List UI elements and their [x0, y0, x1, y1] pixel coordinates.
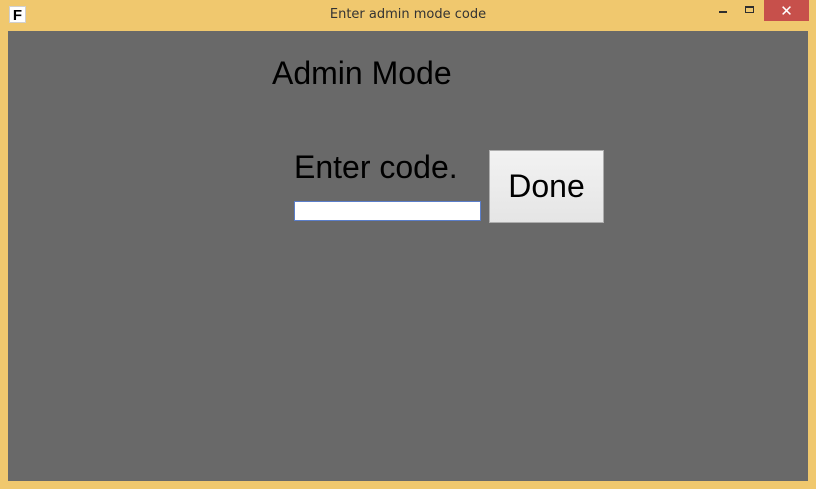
page-title: Admin Mode — [272, 55, 452, 91]
close-button[interactable]: ✕ — [764, 0, 809, 21]
close-icon: ✕ — [780, 2, 793, 20]
code-prompt-label: Enter code. — [294, 149, 458, 185]
maximize-icon — [745, 6, 754, 13]
client-area: Admin Mode Enter code. Done — [8, 31, 808, 481]
app-window: F Enter admin mode code ✕ Admin Mode Ent… — [0, 0, 816, 489]
code-input[interactable] — [294, 201, 481, 221]
minimize-button[interactable] — [710, 0, 736, 21]
maximize-button[interactable] — [736, 0, 762, 21]
done-button[interactable]: Done — [489, 150, 604, 223]
title-bar[interactable]: F Enter admin mode code ✕ — [0, 0, 816, 30]
window-title: Enter admin mode code — [329, 7, 487, 22]
minimize-icon — [719, 11, 727, 13]
